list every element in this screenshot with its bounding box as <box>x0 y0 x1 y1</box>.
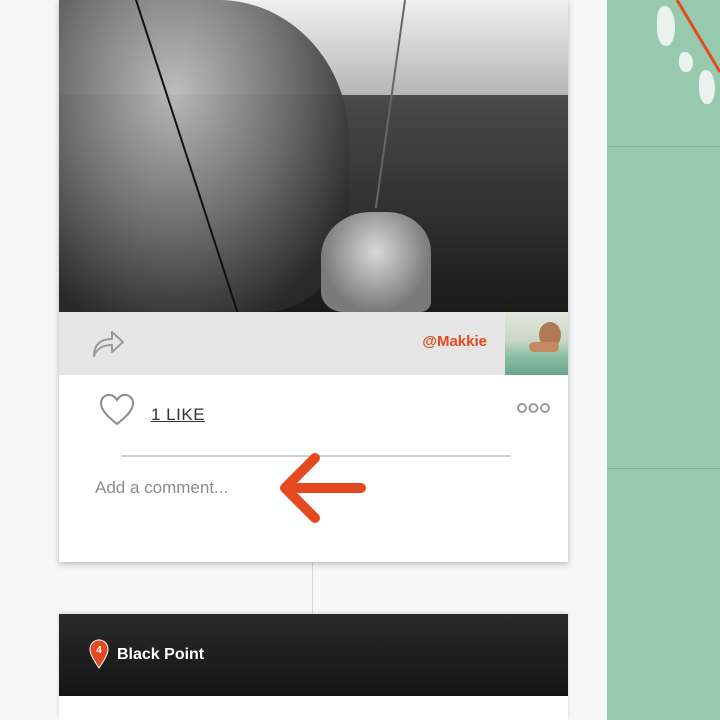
post-card: @Makkie 1 LIKE <box>59 0 568 562</box>
map-panel[interactable] <box>607 0 720 720</box>
location-name: Black Point <box>117 646 205 663</box>
location-header[interactable]: 4 Black Point <box>59 614 568 696</box>
timeline-connector <box>312 562 313 614</box>
avatar-arm <box>529 342 559 352</box>
heart-icon[interactable] <box>99 393 135 427</box>
share-arrow-icon[interactable] <box>91 328 125 358</box>
route-line <box>675 0 720 73</box>
author-avatar[interactable] <box>505 312 568 375</box>
likes-count-link[interactable]: 1 LIKE <box>151 405 205 425</box>
pin-number: 4 <box>96 645 102 656</box>
next-post-card[interactable]: 4 Black Point <box>59 614 568 720</box>
map-pin-icon: 4 <box>89 639 109 669</box>
post-photo[interactable] <box>59 0 568 312</box>
photo-hand <box>321 212 431 312</box>
map-fold-line <box>607 468 720 469</box>
author-handle[interactable]: @Makkie <box>422 333 487 350</box>
more-options-icon[interactable] <box>517 402 550 414</box>
red-arrow-icon <box>280 453 366 523</box>
post-share-bar: @Makkie <box>59 312 568 375</box>
photo-person <box>59 0 349 312</box>
map-fold-line <box>607 146 720 147</box>
comment-input[interactable] <box>95 474 295 502</box>
